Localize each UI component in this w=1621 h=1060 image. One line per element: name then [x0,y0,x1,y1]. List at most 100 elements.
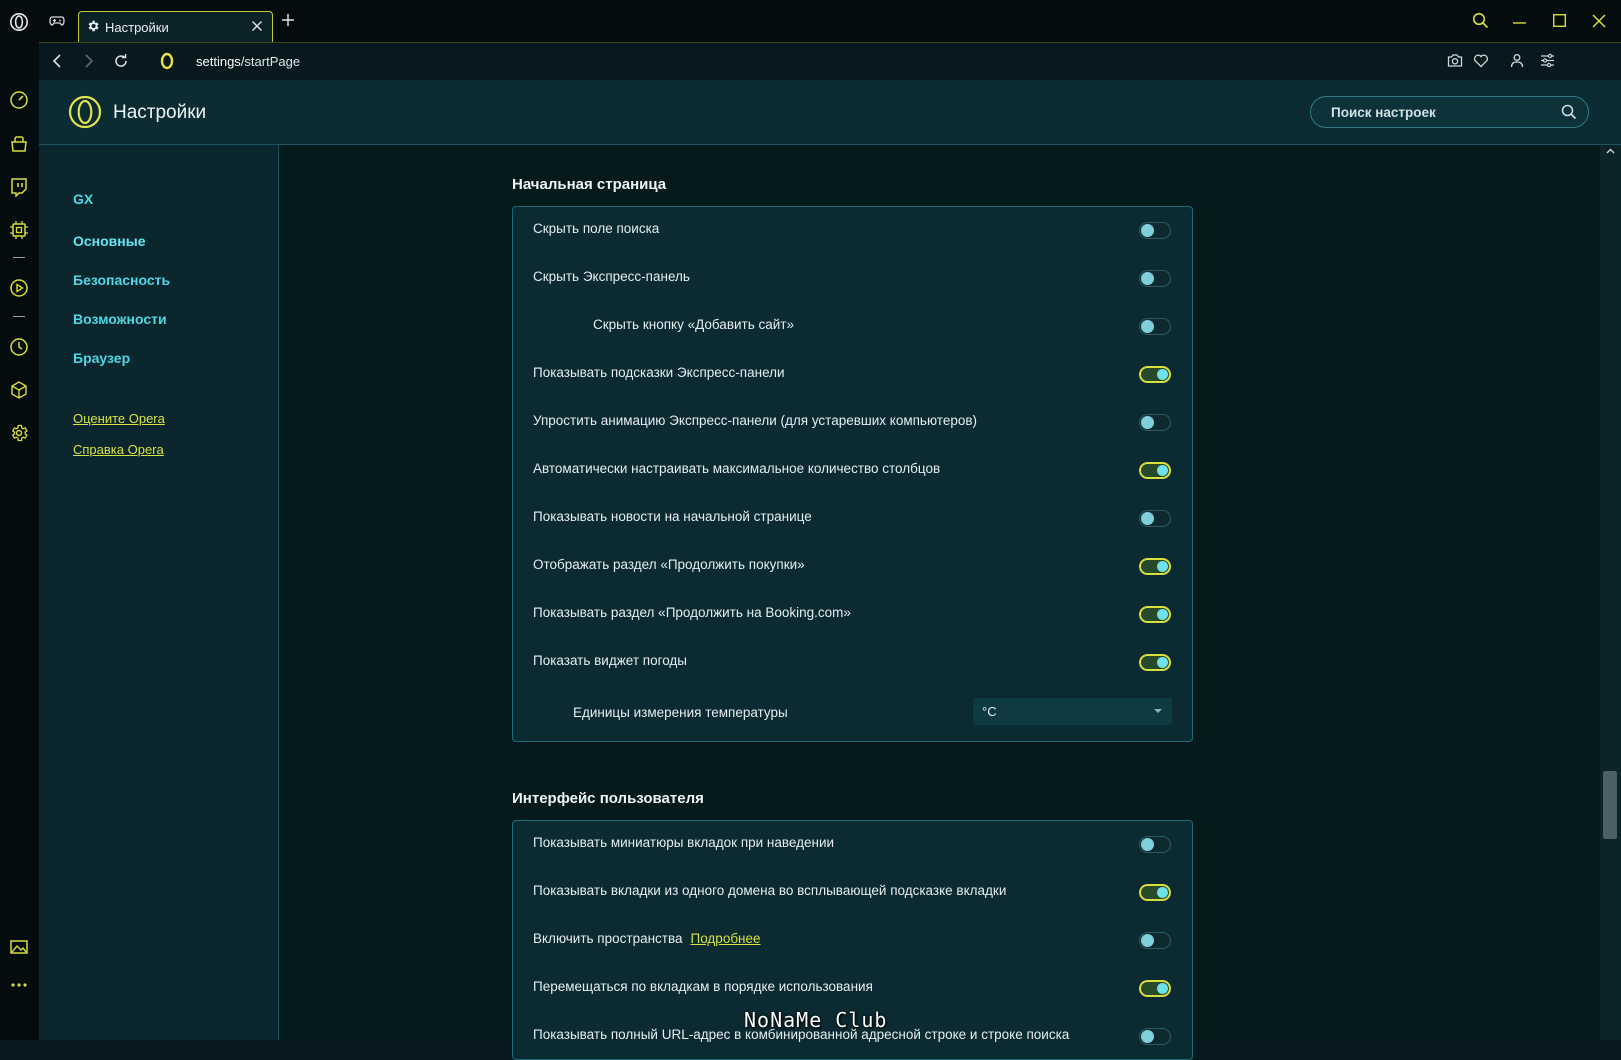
easy-setup-icon[interactable] [1540,53,1555,68]
toggle-workspaces[interactable] [1139,932,1171,949]
url-host: settings [196,54,241,69]
extensions-cube-icon[interactable] [9,380,29,400]
setting-row: Скрыть поле поиска [513,207,1192,251]
learn-more-link[interactable]: Подробнее [691,931,761,946]
setting-label: Упростить анимацию Экспресс-панели (для … [533,413,978,428]
gx-store-icon[interactable] [9,134,29,154]
setting-row: Показывать подсказки Экспресс-панели [513,351,1192,395]
setting-row: Скрыть Экспресс-панель [513,255,1192,299]
setting-row: Единицы измерения температуры °C [513,687,1192,737]
setting-row: Показывать вкладки из одного домена во в… [513,869,1192,913]
address-bar: settings/startPage [39,42,1621,80]
setting-label: Автоматически настраивать максимальное к… [533,461,941,476]
setting-row: Перемещаться по вкладкам в порядке испол… [513,965,1192,1009]
toggle-simplify-animation[interactable] [1139,414,1171,431]
snapshot-camera-icon[interactable] [1447,53,1463,68]
setting-label: Скрыть Экспресс-панель [533,269,690,284]
opera-menu-icon[interactable] [9,12,29,32]
setting-row: Показать виджет погоды [513,639,1192,683]
minimize-icon[interactable] [1513,22,1526,24]
opera-help-link[interactable]: Справка Opera [73,442,164,457]
nav-item-features[interactable]: Возможности [73,311,167,327]
setting-label: Показывать подсказки Экспресс-панели [533,365,785,380]
section-title-ui: Интерфейс пользователя [512,790,704,807]
nav-item-browser[interactable]: Браузер [73,350,130,366]
section-title-start-page: Начальная страница [512,176,667,193]
setting-row: Включить пространства Подробнее [513,917,1192,961]
setting-row: Упростить анимацию Экспресс-панели (для … [513,399,1192,443]
scrollbar-thumb[interactable] [1603,771,1617,839]
close-window-icon[interactable] [1592,14,1606,28]
setting-label-with-link: Включить пространства Подробнее [533,931,761,946]
setting-label: Показывать раздел «Продолжить на Booking… [533,605,851,620]
bookmark-heart-icon[interactable] [1473,53,1489,68]
settings-gear-icon[interactable] [9,423,29,443]
wallpaper-icon[interactable] [9,937,29,957]
toggle-auto-columns[interactable] [1139,462,1171,479]
more-icon[interactable] [9,982,29,988]
gx-control-icon[interactable] [9,220,29,240]
settings-header: Настройки [39,80,1621,145]
forward-icon[interactable] [83,53,95,69]
setting-label: Показывать миниатюры вкладок при наведен… [533,835,835,850]
toggle-hide-speed-dial[interactable] [1139,270,1171,287]
close-tab-icon[interactable] [251,20,263,32]
toggle-hide-add-site[interactable] [1139,318,1171,335]
twitch-icon[interactable] [9,177,29,197]
rate-opera-link[interactable]: Оцените Opera [73,411,165,426]
url-path: /startPage [240,54,301,69]
setting-label: Отображать раздел «Продолжить покупки» [533,557,805,572]
setting-label: Показывать новости на начальной странице [533,509,812,524]
toggle-tab-cycling-order[interactable] [1139,980,1171,997]
temperature-unit-select[interactable]: °C [973,698,1172,725]
scroll-up-arrow-icon[interactable] [1606,148,1615,154]
toggle-show-news[interactable] [1139,510,1171,527]
setting-row: Показывать раздел «Продолжить на Booking… [513,591,1192,635]
toggle-same-domain-tabs[interactable] [1139,884,1171,901]
toggle-continue-shopping[interactable] [1139,558,1171,575]
setting-label: Единицы измерения температуры [573,705,788,720]
settings-content: Начальная страница Скрыть поле поиска Ск… [279,145,1600,1060]
toggle-full-url[interactable] [1139,1028,1171,1045]
chevron-down-icon [1154,709,1162,713]
toggle-weather-widget[interactable] [1139,654,1171,671]
tab-settings[interactable]: Настройки [78,11,273,42]
scrollbar[interactable] [1600,145,1621,1040]
search-tabs-icon[interactable] [1472,12,1489,29]
setting-label: Показать виджет погоды [533,653,687,668]
nav-item-security[interactable]: Безопасность [73,272,170,288]
maximize-icon[interactable] [1553,14,1566,27]
setting-label: Показывать вкладки из одного домена во в… [533,883,1007,898]
gamepad-icon[interactable] [49,15,65,27]
page-title: Настройки [113,102,207,123]
setting-label: Скрыть поле поиска [533,221,660,236]
setting-row: Отображать раздел «Продолжить покупки» [513,543,1192,587]
opera-gx-logo [68,95,102,129]
select-value: °C [982,704,997,719]
setting-row: Показывать миниатюры вкладок при наведен… [513,821,1192,865]
setting-row: Скрыть кнопку «Добавить сайт» [513,303,1192,347]
profile-icon[interactable] [1510,53,1524,68]
toggle-speed-dial-hints[interactable] [1139,366,1171,383]
player-icon[interactable] [9,278,29,298]
opera-site-icon [160,52,174,70]
sidebar [0,42,39,1040]
sidebar-separator [13,257,25,258]
back-icon[interactable] [51,53,63,69]
speedometer-icon[interactable] [9,90,29,110]
reload-icon[interactable] [113,53,129,69]
settings-nav: GX Основные Безопасность Возможности Бра… [39,145,279,1040]
setting-label: Включить пространства [533,931,683,946]
toggle-tab-previews[interactable] [1139,836,1171,853]
new-tab-icon[interactable] [281,13,295,27]
history-icon[interactable] [9,337,29,357]
nav-item-gx[interactable]: GX [73,191,93,207]
toggle-hide-search[interactable] [1139,222,1171,239]
nav-item-basic[interactable]: Основные [73,233,146,249]
search-input[interactable] [1329,104,1553,121]
url-field[interactable]: settings/startPage [196,54,300,69]
toggle-continue-booking[interactable] [1139,606,1171,623]
search-icon[interactable] [1561,104,1577,120]
gear-icon [88,20,99,32]
setting-row: Показывать новости на начальной странице [513,495,1192,539]
